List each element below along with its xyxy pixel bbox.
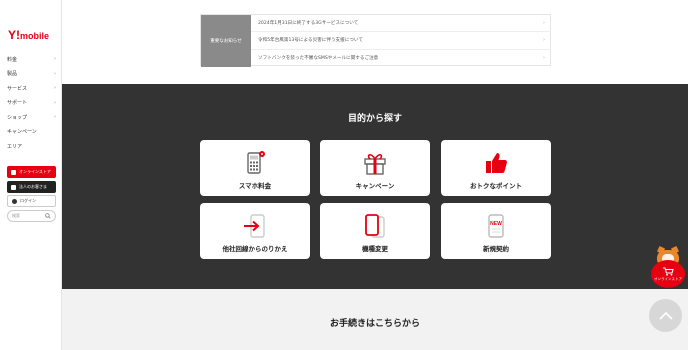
sidebar-item-shop[interactable]: ショップ › [0, 110, 62, 125]
sidebar-item-area[interactable]: エリア [0, 139, 62, 154]
sidebar-item-label: エリア [7, 143, 23, 150]
notice-item[interactable]: 2024年1月31日に終了する3Gサービスについて › [251, 15, 551, 33]
chevron-right-icon: › [54, 85, 56, 92]
notice-item[interactable]: ソフトバンクを装った不審なSMSやメールに関するご注意 › [251, 50, 551, 67]
chevron-right-icon: › [543, 37, 545, 44]
chevron-right-icon: › [54, 99, 56, 106]
card-switch-carrier[interactable]: 他社回線からのりかえ [200, 203, 310, 259]
notice-item-text: 2024年1月31日に終了する3Gサービスについて [258, 21, 359, 27]
procedures-section: お手続きはこちらから [62, 289, 688, 350]
logo-mark: Y! [8, 28, 20, 42]
sidebar-item-services[interactable]: サービス › [0, 81, 62, 96]
card-points[interactable]: おトクなポイント [441, 140, 551, 196]
chevron-right-icon: › [54, 56, 56, 63]
store-badge: オンラインストア [651, 260, 685, 288]
calculator-icon [242, 150, 268, 176]
notice-item-text: ソフトバンクを装った不審なSMSやメールに関するご注意 [258, 56, 379, 62]
card-label: 新規契約 [483, 245, 509, 253]
sidebar-item-products[interactable]: 製品 › [0, 67, 62, 82]
sidebar-item-label: キャンペーン [7, 129, 37, 136]
sidebar-item-support[interactable]: サポート › [0, 96, 62, 111]
notice-list: 2024年1月31日に終了する3Gサービスについて › 令和5年台風第13号による… [251, 15, 551, 67]
user-icon [12, 198, 17, 204]
notice-label: 重要なお知らせ [201, 15, 251, 67]
notice-item[interactable]: 令和5年台風第13号による災害に伴う支援について › [251, 32, 551, 50]
login-label: ログイン [20, 198, 36, 203]
switch-phone-icon [242, 213, 268, 239]
sidebar-item-label: ショップ [7, 114, 28, 121]
chevron-right-icon: › [543, 55, 545, 62]
arrow-up-icon [658, 311, 673, 320]
card-campaign[interactable]: キャンペーン [320, 140, 430, 196]
sidebar-nav: 料金 › 製品 › サービス › サポート › ショップ › キャンペーン エリア [0, 52, 62, 154]
online-store-button[interactable]: オンラインストア [7, 166, 56, 178]
card-label: 機種変更 [362, 245, 388, 253]
sidebar: Y!mobile 料金 › 製品 › サービス › サポート › ショップ › キャンペー… [0, 0, 62, 350]
cart-icon [663, 266, 674, 276]
card-label: おトクなポイント [470, 182, 522, 190]
back-to-top-button[interactable] [649, 299, 682, 332]
floating-online-store-button[interactable]: オンラインストア [650, 250, 686, 290]
store-label: オンラインストア [654, 276, 682, 281]
sidebar-item-label: サポート [7, 100, 28, 107]
page: Y!mobile 料金 › 製品 › サービス › サポート › ショップ › キャンペー… [0, 0, 688, 350]
purpose-section: 目的から探す スマホ料金 キャンペーン おトクなポイント 他社回線からのりかえ [62, 84, 688, 289]
chevron-right-icon: › [54, 114, 56, 121]
login-button[interactable]: ログイン [7, 195, 56, 207]
new-phone-icon: NEW [483, 213, 509, 239]
ymobile-logo[interactable]: Y!mobile [8, 28, 49, 42]
search-placeholder: 検索 [12, 213, 20, 218]
card-label: 他社回線からのりかえ [222, 245, 288, 253]
card-label: スマホ料金 [238, 182, 272, 190]
online-store-label: オンラインストア [19, 169, 51, 174]
phones-icon [362, 213, 388, 239]
thumbs-up-icon [483, 150, 509, 176]
search-input[interactable]: 検索 [7, 210, 56, 222]
card-label: キャンペーン [355, 182, 395, 190]
search-icon[interactable] [45, 213, 51, 219]
sidebar-item-campaign[interactable]: キャンペーン [0, 125, 62, 140]
card-new-contract[interactable]: NEW 新規契約 [441, 203, 551, 259]
card-model-change[interactable]: 機種変更 [320, 203, 430, 259]
new-badge: NEW [490, 221, 502, 227]
notice-item-text: 令和5年台風第13号による災害に伴う支援について [258, 38, 363, 44]
sidebar-item-label: サービス [7, 85, 28, 92]
corporate-button[interactable]: 法人のお客さま [7, 181, 56, 193]
card-smartphone-fee[interactable]: スマホ料金 [200, 140, 310, 196]
chevron-right-icon: › [543, 20, 545, 27]
section-title: 目的から探す [347, 114, 402, 124]
sidebar-item-plans[interactable]: 料金 › [0, 52, 62, 67]
sidebar-item-label: 料金 [7, 56, 18, 63]
logo-word: mobile [20, 31, 50, 41]
building-icon [11, 184, 16, 190]
section-title: お手続きはこちらから [329, 319, 420, 329]
cart-icon [11, 169, 16, 175]
corporate-label: 法人のお客さま [19, 184, 47, 189]
gift-icon [362, 150, 388, 176]
chevron-right-icon: › [54, 70, 56, 77]
important-notice: 重要なお知らせ 2024年1月31日に終了する3Gサービスについて › 令和5年台… [200, 14, 551, 67]
sidebar-item-label: 製品 [7, 71, 18, 78]
